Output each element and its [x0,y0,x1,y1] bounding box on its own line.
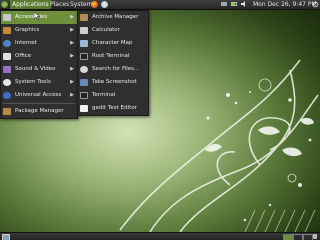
office-icon [3,53,11,60]
menu-item-label: Take Screenshot [92,79,137,85]
text-editor-icon [80,105,88,112]
submenu-arrow-icon: ▶ [70,27,74,33]
menu-item-calculator[interactable]: Calculator [78,24,148,37]
graphics-icon [3,27,11,34]
universal-access-icon [3,92,11,99]
submenu-arrow-icon: ▶ [70,14,74,20]
battery-icon[interactable] [231,0,239,9]
calculator-icon [80,27,88,34]
volume-icon[interactable] [241,0,249,9]
submenu-arrow-icon: ▶ [70,53,74,59]
archive-manager-icon [80,14,88,21]
mouse-pointer-icon [34,12,40,20]
submenu-arrow-icon: ▶ [70,92,74,98]
search-files-icon [80,66,88,73]
sound-video-icon [3,66,11,73]
menu-item-label: Office [15,53,32,59]
character-map-icon [80,40,88,47]
system-tools-icon [3,79,11,86]
applications-menu: Accessories ▶ Graphics ▶ Internet ▶ Offi… [0,10,78,119]
terminal-icon [80,92,88,99]
workspace-2[interactable] [293,234,303,240]
internet-icon [3,40,11,47]
menu-item-archive-manager[interactable]: Archive Manager [78,11,148,24]
menu-item-label: Internet [15,40,37,46]
menu-item-terminal[interactable]: Terminal [78,89,148,102]
menu-item-label: Universal Access [15,92,62,98]
screenshot-icon [80,79,88,86]
applications-menu-button[interactable]: Applications [10,0,51,9]
top-panel: Applications Places System Mon Dec 26, 9… [0,0,320,10]
menu-item-graphics[interactable]: Graphics ▶ [1,24,77,37]
menu-item-package-manager[interactable]: Package Manager [1,105,77,118]
firefox-launcher-icon[interactable] [91,1,98,8]
show-desktop-icon[interactable] [2,234,10,240]
power-icon[interactable] [312,0,319,9]
menu-item-label: Package Manager [15,108,64,114]
menu-item-label: Calculator [92,27,120,33]
menu-item-label: Character Map [92,40,133,46]
root-terminal-icon [80,53,88,60]
desktop[interactable]: Applications Places System Mon Dec 26, 9… [0,0,320,240]
menu-item-label: Sound & Video [15,66,56,72]
menu-item-character-map[interactable]: Character Map [78,37,148,50]
menu-item-label: Search for Files... [92,66,140,72]
help-launcher-icon[interactable] [101,1,108,8]
package-manager-icon [3,108,11,115]
menu-item-office[interactable]: Office ▶ [1,50,77,63]
submenu-arrow-icon: ▶ [70,66,74,72]
accessories-submenu: Archive Manager Calculator Character Map… [77,10,149,116]
menu-item-take-screenshot[interactable]: Take Screenshot [78,76,148,89]
menu-item-label: Accessories [15,14,48,20]
menu-item-label: gedit Text Editor [92,105,137,111]
menu-item-internet[interactable]: Internet ▶ [1,37,77,50]
submenu-arrow-icon: ▶ [70,79,74,85]
clock[interactable]: Mon Dec 26, 9:47 PM [253,0,317,9]
distro-logo-icon[interactable] [1,1,8,8]
menu-item-root-terminal[interactable]: Root Terminal [78,50,148,63]
menu-item-search-files[interactable]: Search for Files... [78,63,148,76]
workspace-3[interactable] [303,234,313,240]
workspace-1[interactable] [283,234,293,240]
menu-item-label: Terminal [92,92,116,98]
bottom-panel [0,232,320,240]
menu-item-system-tools[interactable]: System Tools ▶ [1,76,77,89]
menu-item-label: Root Terminal [92,53,130,59]
menu-item-label: Archive Manager [92,14,139,20]
submenu-arrow-icon: ▶ [70,40,74,46]
menu-separator [3,103,75,104]
network-icon[interactable] [221,0,229,9]
menu-item-sound-video[interactable]: Sound & Video ▶ [1,63,77,76]
menu-item-label: System Tools [15,79,51,85]
menu-item-gedit[interactable]: gedit Text Editor [78,102,148,115]
trash-icon[interactable] [313,234,317,239]
accessories-icon [3,14,11,21]
menu-item-label: Graphics [15,27,40,33]
menu-item-universal-access[interactable]: Universal Access ▶ [1,89,77,102]
